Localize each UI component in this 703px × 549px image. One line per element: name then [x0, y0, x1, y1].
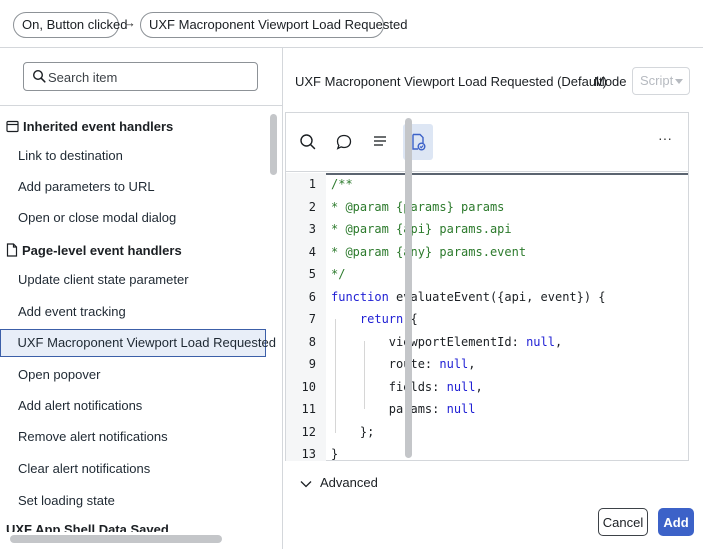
editor-toolbar: ···	[286, 113, 688, 172]
code-line[interactable]: 2 * @param {params} params	[286, 196, 688, 219]
code-text: */	[331, 267, 346, 281]
code-line[interactable]: 5 */	[286, 263, 688, 286]
code-line[interactable]: 12 };	[286, 421, 688, 444]
line-number: 9	[308, 357, 316, 371]
code-text: /**	[331, 177, 353, 191]
breadcrumb-item-handler[interactable]: UXF Macroponent Viewport Load Requested	[140, 12, 407, 38]
search-icon[interactable]	[298, 132, 318, 152]
format-lines-icon[interactable]	[370, 132, 390, 152]
list-item-open-popover[interactable]: Open popover	[0, 361, 266, 389]
code-line[interactable]: 1 /**	[286, 173, 688, 196]
add-button[interactable]: Add	[658, 508, 694, 536]
divider	[0, 105, 282, 106]
list-item-add-alert-notifications[interactable]: Add alert notifications	[0, 392, 266, 420]
code-line[interactable]: 10 fields: null,	[286, 376, 688, 399]
line-number: 1	[308, 177, 316, 191]
line-number: 12	[301, 424, 316, 439]
code-text: }	[331, 447, 339, 461]
section-page-level-event-handlers: Page-level event handlers	[6, 243, 182, 258]
breadcrumb-item-trigger[interactable]: On, Button clicked	[13, 12, 128, 38]
cancel-button[interactable]: Cancel	[598, 508, 648, 536]
code-line[interactable]: 3 * @param {api} params.api	[286, 218, 688, 241]
line-number: 8	[308, 334, 316, 349]
line-number: 6	[308, 289, 316, 304]
script-editor: ··· 1 /** 2 * @param {params} params 3 * @par…	[285, 112, 689, 461]
search-icon	[32, 69, 46, 83]
editor-vertical-scrollbar[interactable]	[405, 118, 412, 458]
list-item-update-client-state[interactable]: Update client state parameter	[0, 266, 266, 294]
code-line[interactable]: 8 viewportElementId: null,	[286, 331, 688, 354]
code-text: route: null,	[331, 357, 476, 371]
handler-list-panel: Inherited event handlers Link to destina…	[0, 48, 283, 549]
advanced-toggle[interactable]: Advanced	[300, 475, 378, 490]
section-inherited-event-handlers: Inherited event handlers	[6, 119, 173, 134]
list-item-link-to-destination[interactable]: Link to destination	[0, 142, 266, 170]
list-item-partial[interactable]: UXF App Shell Data Saved	[6, 522, 169, 532]
calendar-window-icon	[6, 120, 19, 133]
line-number: 13	[301, 447, 316, 461]
line-number: 11	[301, 402, 316, 416]
comment-icon[interactable]	[334, 132, 354, 152]
list-item-uxf-macroponent-viewport-load-requested[interactable]: UXF Macroponent Viewport Load Requested	[0, 329, 276, 357]
list-item-add-event-tracking[interactable]: Add event tracking	[0, 298, 266, 326]
line-number: 2	[308, 199, 316, 214]
breadcrumb-arrow-icon: →	[123, 15, 136, 30]
more-options-icon[interactable]: ···	[658, 130, 672, 146]
page-icon	[6, 243, 18, 257]
list-horizontal-scrollbar[interactable]	[10, 535, 222, 543]
search-box[interactable]	[23, 62, 258, 91]
list-item-add-parameters-to-url[interactable]: Add parameters to URL	[0, 173, 266, 201]
line-number: 10	[301, 379, 316, 394]
line-number: 5	[308, 267, 316, 281]
list-vertical-scrollbar[interactable]	[270, 114, 277, 175]
code-line[interactable]: 13}	[286, 443, 688, 461]
advanced-label: Advanced	[320, 475, 378, 490]
list-item-remove-alert-notifications[interactable]: Remove alert notifications	[0, 423, 266, 451]
code-line[interactable]: 6 function evaluateEvent({api, event}) {	[286, 286, 688, 309]
chevron-down-icon	[300, 481, 312, 488]
code-text: viewportElementId: null,	[331, 334, 563, 349]
section-title: Inherited event handlers	[23, 119, 174, 134]
list-item-set-loading-state[interactable]: Set loading state	[0, 487, 266, 515]
search-input[interactable]	[48, 67, 248, 87]
code-line[interactable]: 9 route: null,	[286, 353, 688, 376]
code-text: * @param {any} params.event	[331, 244, 527, 259]
code-text: params: null	[331, 402, 476, 416]
code-line[interactable]: 7 return {	[286, 308, 688, 331]
editor-title: UXF Macroponent Viewport Load Requested …	[295, 74, 607, 89]
code-text: * @param {params} params	[331, 199, 505, 214]
line-number: 3	[308, 222, 316, 236]
code-line[interactable]: 11 params: null	[286, 398, 688, 421]
list-item-open-close-modal[interactable]: Open or close modal dialog	[0, 204, 266, 232]
code-area[interactable]: 1 /** 2 * @param {params} params 3 * @param {…	[286, 173, 688, 461]
mode-label: Mode	[594, 74, 627, 89]
code-text: * @param {api} params.api	[331, 222, 512, 236]
line-number: 4	[308, 244, 316, 259]
breadcrumb: On, Button clicked → UXF Macroponent Vie…	[0, 0, 703, 48]
mode-select[interactable]: Script	[632, 67, 690, 95]
code-line[interactable]: 4 * @param {any} params.event	[286, 241, 688, 264]
mode-select-value: Script	[640, 73, 674, 88]
chevron-down-icon	[675, 79, 683, 84]
section-title: Page-level event handlers	[22, 243, 182, 258]
list-item-clear-alert-notifications[interactable]: Clear alert notifications	[0, 455, 266, 483]
code-text: };	[331, 424, 375, 439]
line-number: 7	[308, 312, 316, 326]
code-text: function evaluateEvent({api, event}) {	[331, 289, 606, 304]
